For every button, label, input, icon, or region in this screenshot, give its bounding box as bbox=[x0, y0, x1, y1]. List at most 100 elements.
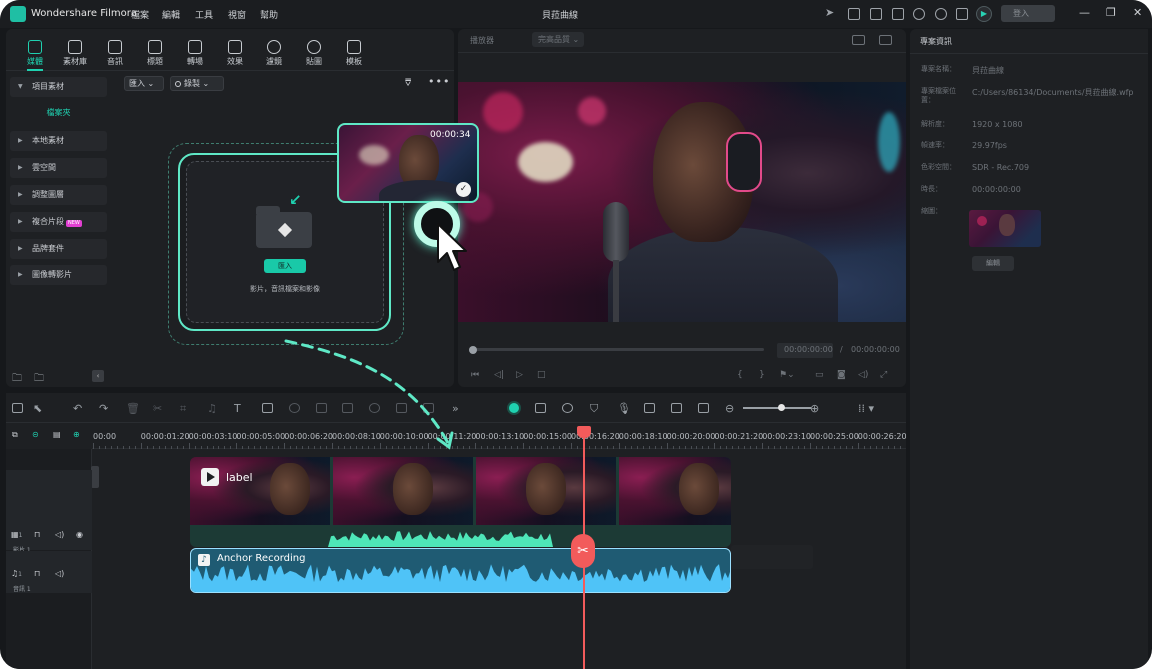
ruler-tick bbox=[170, 446, 172, 449]
snap-icon[interactable] bbox=[562, 403, 573, 413]
save-icon[interactable] bbox=[892, 8, 904, 20]
playhead-handle[interactable] bbox=[577, 426, 591, 438]
add-track-icon[interactable]: ⧉ bbox=[12, 430, 18, 440]
headset-icon[interactable] bbox=[935, 8, 947, 20]
track-layout-icon[interactable]: ▤ bbox=[53, 430, 61, 439]
close-icon[interactable]: ✕ bbox=[1133, 6, 1142, 19]
mark-out-icon[interactable]: } bbox=[759, 370, 765, 380]
delete-icon[interactable]: 🗑 bbox=[126, 402, 140, 415]
mute-icon[interactable]: ◁) bbox=[55, 569, 64, 578]
link-icon[interactable]: ⊝ bbox=[32, 430, 39, 439]
scissors-icon[interactable]: ✂ bbox=[571, 534, 595, 568]
record-dropdown[interactable]: 錄製 ⌄ bbox=[170, 76, 224, 91]
sidebar-item-project-media[interactable]: ▼ 項目素材 bbox=[10, 77, 107, 97]
shield-icon[interactable]: ⛉ bbox=[590, 402, 598, 416]
restore-icon[interactable]: ❐ bbox=[1106, 6, 1116, 19]
view-options-icon[interactable]: ⁞⁞ ▾ bbox=[858, 402, 874, 415]
ruler-tick bbox=[481, 446, 483, 449]
tab-filters[interactable]: 濾鏡 bbox=[257, 29, 291, 67]
zoom-out-icon[interactable]: ⊖ bbox=[725, 402, 734, 415]
sidebar-item-folder[interactable]: 檔案夾 bbox=[10, 103, 107, 123]
sidebar-item-cloud[interactable]: ▶ 雲空間 bbox=[10, 158, 107, 178]
menu-edit[interactable]: 編輯 bbox=[162, 8, 180, 21]
fit-icon[interactable] bbox=[698, 403, 709, 413]
login-button[interactable]: 登入 bbox=[1001, 5, 1055, 22]
snapping-icon[interactable]: ⊕ bbox=[73, 430, 80, 439]
sidebar-item-compound[interactable]: ▶ 複合片段 NEW bbox=[10, 212, 107, 232]
lock-icon[interactable]: ⊓ bbox=[34, 530, 40, 539]
stop-icon[interactable]: □ bbox=[537, 370, 546, 380]
send-icon[interactable]: ➤ bbox=[825, 6, 837, 19]
ruler-tick bbox=[714, 443, 716, 449]
step-back-icon[interactable]: ◁| bbox=[494, 370, 504, 380]
preview-scrubber[interactable] bbox=[472, 348, 764, 351]
zoom-slider-knob[interactable] bbox=[778, 404, 785, 411]
tab-transitions[interactable]: 轉場 bbox=[178, 29, 212, 67]
sidebar-item-adjustment[interactable]: ▶ 調整圖層 bbox=[10, 185, 107, 205]
ai-assistant-icon[interactable] bbox=[507, 401, 521, 415]
zoom-in-icon[interactable]: ⊕ bbox=[810, 402, 819, 415]
minimize-icon[interactable]: — bbox=[1079, 6, 1090, 19]
layout-icon[interactable] bbox=[870, 8, 882, 20]
cloud-upload-icon[interactable] bbox=[913, 8, 925, 20]
layout-grid-icon[interactable] bbox=[12, 403, 23, 413]
menu-help[interactable]: 幫助 bbox=[260, 8, 278, 21]
snapshot-view-icon[interactable] bbox=[879, 35, 892, 45]
user-avatar[interactable]: ▶ bbox=[976, 6, 992, 22]
menu-file[interactable]: 檔案 bbox=[131, 8, 149, 21]
mic-record-icon[interactable]: 🎙 bbox=[617, 402, 631, 415]
tab-templates[interactable]: 模板 bbox=[337, 29, 371, 67]
text-icon[interactable]: T bbox=[234, 402, 241, 415]
volume-icon[interactable]: ◁) bbox=[858, 370, 868, 380]
import-button[interactable]: 匯入 bbox=[264, 259, 306, 273]
filter-icon[interactable]: ⩢ bbox=[405, 78, 411, 89]
more-icon[interactable]: ••• bbox=[428, 75, 450, 88]
play-icon[interactable]: ▷ bbox=[516, 370, 523, 380]
timeline-collapse-handle[interactable] bbox=[91, 466, 99, 488]
ruler-tick bbox=[212, 446, 214, 449]
display-icon[interactable]: ▭ bbox=[815, 370, 824, 380]
replace-icon[interactable] bbox=[671, 403, 682, 413]
edit-thumbnail-button[interactable]: 編輯 bbox=[972, 256, 1014, 271]
menu-window[interactable]: 視窗 bbox=[228, 8, 246, 21]
tab-audio[interactable]: 音訊 bbox=[98, 29, 132, 67]
mute-icon[interactable]: ◁) bbox=[55, 530, 64, 539]
lock-icon[interactable]: ⊓ bbox=[34, 569, 40, 578]
collapse-sidebar-button[interactable]: ‹ bbox=[92, 370, 104, 382]
marker-icon[interactable]: ⚑⌄ bbox=[779, 370, 795, 380]
zoom-slider[interactable] bbox=[743, 407, 811, 409]
aspect-ratio-icon[interactable] bbox=[852, 35, 865, 45]
new-folder-icon[interactable]: 🗀 bbox=[12, 371, 22, 388]
feedback-icon[interactable] bbox=[848, 8, 860, 20]
prev-frame-icon[interactable]: ⏮ bbox=[471, 370, 479, 380]
audio-edit-icon[interactable]: ♫ bbox=[207, 402, 217, 415]
quality-dropdown[interactable]: 完高品質 ⌄ bbox=[532, 32, 584, 47]
camera-icon[interactable]: ◙ bbox=[837, 370, 846, 380]
sidebar-item-image-to-video[interactable]: ▶ 圖像轉影片 bbox=[10, 265, 107, 285]
split-icon[interactable]: ✂ bbox=[153, 402, 162, 415]
render-icon[interactable] bbox=[535, 403, 546, 413]
undo-icon[interactable]: ↶ bbox=[73, 402, 82, 415]
scrubber-knob[interactable] bbox=[469, 346, 477, 354]
mark-in-icon[interactable]: { bbox=[737, 370, 743, 380]
visibility-icon[interactable]: ◉ bbox=[76, 530, 83, 539]
shape-icon[interactable] bbox=[262, 403, 273, 413]
folder-icon[interactable]: 🗀 bbox=[34, 371, 44, 388]
redo-icon[interactable]: ↷ bbox=[99, 402, 108, 415]
import-dropdown[interactable]: 匯入 ⌄ bbox=[124, 76, 164, 91]
tab-effects[interactable]: 效果 bbox=[218, 29, 252, 67]
fullscreen-icon[interactable]: ⤢ bbox=[880, 370, 887, 380]
sidebar-item-local[interactable]: ▶ 本地素材 bbox=[10, 131, 107, 151]
select-tool-icon[interactable]: ⬉ bbox=[33, 402, 42, 415]
project-info-title: 專案資訊 bbox=[920, 37, 952, 46]
tab-stickers[interactable]: 貼圖 bbox=[297, 29, 331, 67]
sidebar-item-brand-kit[interactable]: ▶ 品牌套件 bbox=[10, 239, 107, 259]
tab-stock[interactable]: 素材庫 bbox=[58, 29, 92, 67]
grid-icon[interactable] bbox=[956, 8, 968, 20]
ruler-tick-label: 00:00:25:00 bbox=[810, 432, 859, 441]
tab-media[interactable]: 媒體 bbox=[18, 29, 52, 71]
crop-icon[interactable]: ⌗ bbox=[180, 402, 186, 416]
subtitle-icon[interactable] bbox=[644, 403, 655, 413]
menu-tools[interactable]: 工具 bbox=[195, 8, 213, 21]
tab-titles[interactable]: 標題 bbox=[138, 29, 172, 67]
